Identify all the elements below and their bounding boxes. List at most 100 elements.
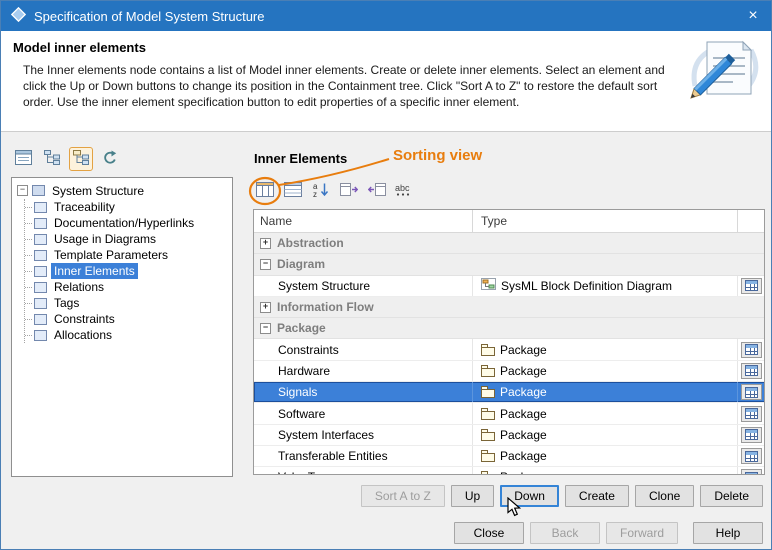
row-type: Package [500,343,547,357]
model-icon [32,185,45,196]
back-button[interactable]: Back [530,522,600,544]
element-icon [34,298,47,309]
header-description: The Inner elements node contains a list … [23,62,673,110]
table-row-software[interactable]: Software Package [254,403,764,424]
expand-icon[interactable]: + [260,238,271,249]
bdd-diagram-icon [481,278,496,293]
row-name: Software [278,407,325,421]
sort-az-icon: az [313,182,329,201]
tree-item-label: Inner Elements [51,263,138,279]
table-row-signals[interactable]: Signals Package [254,382,764,403]
row-type: Package [500,449,547,463]
name-cell: System Interfaces [254,425,472,445]
form-view-button[interactable] [11,147,35,171]
collapse-icon[interactable]: − [260,323,271,334]
row-specification-button[interactable] [741,384,762,400]
window-title: Specification of Model System Structure [34,9,735,24]
tree-root-system-structure[interactable]: − System Structure [14,182,230,199]
column-header-spec [737,210,764,232]
collapse-icon[interactable]: − [260,259,271,270]
row-specification-button[interactable] [741,469,762,475]
row-specification-button[interactable] [741,278,762,294]
collapse-nested-button[interactable] [365,180,388,202]
row-name: Constraints [278,343,339,357]
row-name: ValueTypes [278,470,340,475]
tree-item-relations[interactable]: Relations [25,279,230,295]
row-type: Package [500,364,547,378]
column-header-name[interactable]: Name [254,210,472,232]
tree-item-template-parameters[interactable]: Template Parameters [25,247,230,263]
table-icon [745,451,758,462]
name-cell: Transferable Entities [254,446,472,466]
group-row-abstraction[interactable]: + Abstraction [254,233,764,254]
tree-view-button[interactable] [40,147,64,171]
create-button[interactable]: Create [565,485,629,507]
tree-item-documentation-hyperlinks[interactable]: Documentation/Hyperlinks [25,215,230,231]
table-header: Name Type [254,210,764,233]
table-row-transferable-entities[interactable]: Transferable Entities Package [254,446,764,467]
group-row-information-flow[interactable]: + Information Flow [254,297,764,318]
expand-nested-button[interactable] [337,180,360,202]
panel-title: Inner Elements [254,151,347,166]
table-row-valuetypes[interactable]: ValueTypes Package [254,467,764,475]
tree-item-usage-in-diagrams[interactable]: Usage in Diagrams [25,231,230,247]
close-button[interactable]: Close [454,522,524,544]
table-row-hardware[interactable]: Hardware Package [254,361,764,382]
abc-ellipsis-button[interactable]: abc [393,180,416,202]
expand-nested-icon [340,182,358,200]
row-type: Package [500,428,547,442]
element-icon [34,234,47,245]
svg-text:abc: abc [395,183,410,193]
clone-button[interactable]: Clone [635,485,694,507]
table-row-system-interfaces[interactable]: System Interfaces Package [254,425,764,446]
view-toolbar [11,147,122,171]
form-view-icon [15,150,32,168]
up-button[interactable]: Up [451,485,494,507]
close-icon[interactable]: × [735,1,771,31]
delete-button[interactable]: Delete [700,485,763,507]
package-icon [481,453,495,462]
header-title: Model inner elements [13,40,146,55]
containment-view-button[interactable] [69,147,93,171]
expand-icon[interactable]: + [260,302,271,313]
refresh-button[interactable] [98,147,122,171]
type-cell: Package [472,361,737,381]
down-button[interactable]: Down [500,485,559,507]
table-row-system-structure[interactable]: System Structure SysML Block Definition … [254,276,764,297]
inner-elements-toolbar: az abc [253,180,416,202]
tree-expander-icon[interactable]: − [17,185,28,196]
tree-item-label: Allocations [51,327,115,343]
row-specification-button[interactable] [741,363,762,379]
table-icon [745,408,758,419]
group-row-package[interactable]: − Package [254,318,764,339]
package-icon [481,389,495,398]
column-header-type[interactable]: Type [472,210,737,232]
group-row-diagram[interactable]: − Diagram [254,254,764,275]
table-view-button[interactable] [281,180,304,202]
row-specification-button[interactable] [741,406,762,422]
help-button[interactable]: Help [693,522,763,544]
table-row-constraints[interactable]: Constraints Package [254,339,764,360]
name-cell: ValueTypes [254,467,472,475]
name-cell: Signals [254,382,472,402]
row-specification-button[interactable] [741,448,762,464]
spec-cell [737,382,764,402]
element-icon [34,202,47,213]
sort-a-to-z-button[interactable]: Sort A to Z [361,485,445,507]
row-specification-button[interactable] [741,427,762,443]
tree-item-inner-elements[interactable]: Inner Elements [25,263,230,279]
tree-item-constraints[interactable]: Constraints [25,311,230,327]
tree-item-traceability[interactable]: Traceability [25,199,230,215]
tree-item-tags[interactable]: Tags [25,295,230,311]
element-icon [34,282,47,293]
tree-item-allocations[interactable]: Allocations [25,327,230,343]
annotation-label: Sorting view [393,147,482,164]
sorting-view-button[interactable] [253,180,276,202]
row-specification-button[interactable] [741,342,762,358]
forward-button[interactable]: Forward [606,522,678,544]
tree-item-label: Constraints [51,311,118,327]
sort-az-button[interactable]: az [309,180,332,202]
specification-dialog: Specification of Model System Structure … [0,0,772,550]
table-icon [745,429,758,440]
type-cell: Package [472,467,737,475]
